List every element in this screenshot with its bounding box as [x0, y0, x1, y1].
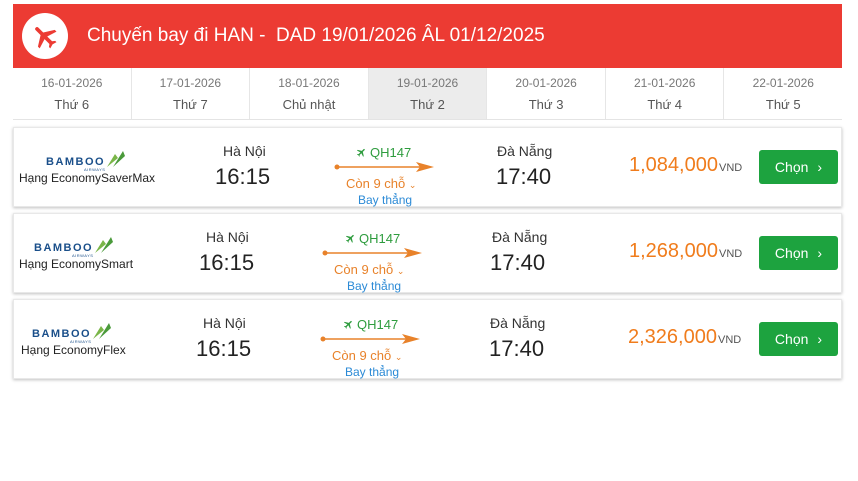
flight-card: BAMBOO AIRWAYS Hạng EconomyFlex Hà Nội 1… — [13, 299, 842, 379]
date-tab-weekday: Thứ 5 — [765, 97, 801, 112]
airplane-small-icon — [345, 234, 354, 243]
depart-time: 16:15 — [215, 164, 271, 189]
date-tab-date: 21-01-2026 — [633, 76, 696, 90]
date-tab[interactable]: 17-01-2026 Thứ 7 — [131, 68, 251, 119]
price-amount: 1,268,000 — [629, 240, 718, 262]
select-flight-button[interactable]: Chọn › — [759, 150, 838, 184]
price: 1,268,000 VND — [629, 240, 742, 263]
stops-info: Bay thẳng — [347, 279, 402, 293]
date-tab[interactable]: 16-01-2026 Thứ 6 — [13, 68, 132, 119]
seats-text: Còn 9 chỗ — [332, 348, 392, 363]
airline-logo: BAMBOO AIRWAYS — [32, 322, 113, 344]
select-button-label: Chọn — [774, 159, 809, 175]
airline-logo: BAMBOO AIRWAYS — [46, 150, 127, 172]
origin-city: Hà Nội — [223, 143, 266, 159]
date-tab-weekday: Thứ 7 — [173, 97, 208, 112]
price-amount: 2,326,000 — [628, 326, 717, 348]
seats-dropdown[interactable]: Còn 9 chỗ ⌄ — [346, 176, 416, 191]
select-flight-button[interactable]: Chọn › — [759, 236, 838, 270]
seats-text: Còn 9 chỗ — [346, 176, 406, 191]
depart-time: 16:15 — [199, 250, 255, 275]
date-tab[interactable]: 18-01-2026 Chủ nhật — [250, 68, 369, 119]
price-currency: VND — [718, 248, 743, 260]
flight-code: QH147 — [356, 145, 411, 160]
date-tab[interactable]: 21-01-2026 Thứ 4 — [605, 68, 725, 119]
seats-dropdown[interactable]: Còn 9 chỗ ⌄ — [332, 348, 402, 363]
price-currency: VND — [717, 334, 742, 346]
price: 1,084,000 VND — [629, 154, 742, 177]
select-button-label: Chọn — [774, 331, 809, 347]
fare-class: Hạng EconomySmart — [19, 257, 134, 271]
route-arrow-icon — [322, 248, 422, 258]
flight-code: QH147 — [343, 317, 398, 332]
price-amount: 1,084,000 — [629, 154, 718, 176]
origin-city: Hà Nội — [203, 315, 246, 331]
depart-time: 16:15 — [196, 336, 252, 361]
route-arrow-icon — [320, 334, 420, 344]
date-tab[interactable]: 22-01-2026 Thứ 5 — [724, 68, 843, 119]
date-tab-date: 17-01-2026 — [159, 76, 222, 90]
airline-logo: BAMBOO AIRWAYS — [34, 236, 115, 258]
date-tab[interactable]: 20-01-2026 Thứ 3 — [487, 68, 606, 119]
date-tab-weekday: Chủ nhật — [282, 97, 336, 112]
dest-city: Đà Nẵng — [497, 143, 553, 159]
route-arrow-icon — [334, 162, 434, 172]
arrive-time: 17:40 — [496, 164, 552, 189]
stops-info: Bay thẳng — [345, 365, 400, 379]
price: 2,326,000 VND — [628, 326, 741, 349]
bamboo-leaf-icon — [107, 151, 126, 167]
seats-dropdown[interactable]: Còn 9 chỗ ⌄ — [334, 262, 404, 277]
flight-code-text: QH147 — [357, 317, 399, 332]
flight-code-text: QH147 — [359, 231, 401, 246]
dest-city: Đà Nẵng — [492, 229, 548, 245]
airplane-small-icon — [343, 320, 352, 329]
date-tab-date: 18-01-2026 — [278, 76, 340, 90]
select-button-label: Chọn — [774, 245, 809, 261]
date-tab-date: 20-01-2026 — [515, 76, 577, 90]
date-tab-weekday: Thứ 3 — [528, 97, 564, 112]
flight-card: BAMBOO AIRWAYS Hạng EconomySmart Hà Nội … — [13, 213, 842, 293]
chevron-right-icon: › — [817, 159, 823, 175]
date-tab-date: 22-01-2026 — [752, 76, 814, 90]
price-currency: VND — [718, 162, 743, 174]
date-tab-weekday: Thứ 2 — [410, 97, 445, 112]
flight-code-text: QH147 — [370, 145, 412, 160]
date-tab-date: 16-01-2026 — [41, 76, 103, 90]
chevron-down-icon: ⌄ — [408, 180, 417, 190]
select-flight-button[interactable]: Chọn › — [759, 322, 838, 356]
bamboo-leaf-icon — [93, 323, 112, 339]
page-title: Chuyến bay đi HAN - DAD 19/01/2026 ÂL 01… — [87, 25, 545, 46]
arrive-time: 17:40 — [489, 336, 545, 361]
fare-class: Hạng EconomySaverMax — [19, 171, 156, 185]
chevron-down-icon: ⌄ — [396, 266, 405, 276]
fare-class: Hạng EconomyFlex — [21, 343, 126, 357]
date-tab-date: 19-01-2026 — [396, 76, 459, 90]
date-tab-active[interactable]: 19-01-2026 Thứ 2 — [368, 68, 488, 119]
origin-city: Hà Nội — [206, 229, 249, 245]
airplane-icon — [22, 13, 68, 59]
date-tab-weekday: Thứ 6 — [54, 97, 90, 112]
flight-search-header: Chuyến bay đi HAN - DAD 19/01/2026 ÂL 01… — [13, 4, 842, 68]
date-selector: 16-01-2026 Thứ 6 17-01-2026 Thứ 7 18-01-… — [13, 68, 843, 120]
flight-code: QH147 — [345, 231, 400, 246]
chevron-right-icon: › — [817, 245, 823, 261]
arrive-time: 17:40 — [490, 250, 546, 275]
flight-card: BAMBOO AIRWAYS Hạng EconomySaverMax Hà N… — [13, 127, 842, 207]
dest-city: Đà Nẵng — [490, 315, 546, 331]
stops-info: Bay thẳng — [358, 193, 413, 207]
seats-text: Còn 9 chỗ — [334, 262, 394, 277]
date-tab-weekday: Thứ 4 — [647, 97, 683, 112]
chevron-down-icon: ⌄ — [394, 352, 403, 362]
airplane-small-icon — [356, 148, 365, 157]
chevron-right-icon: › — [817, 331, 823, 347]
bamboo-leaf-icon — [95, 237, 114, 253]
